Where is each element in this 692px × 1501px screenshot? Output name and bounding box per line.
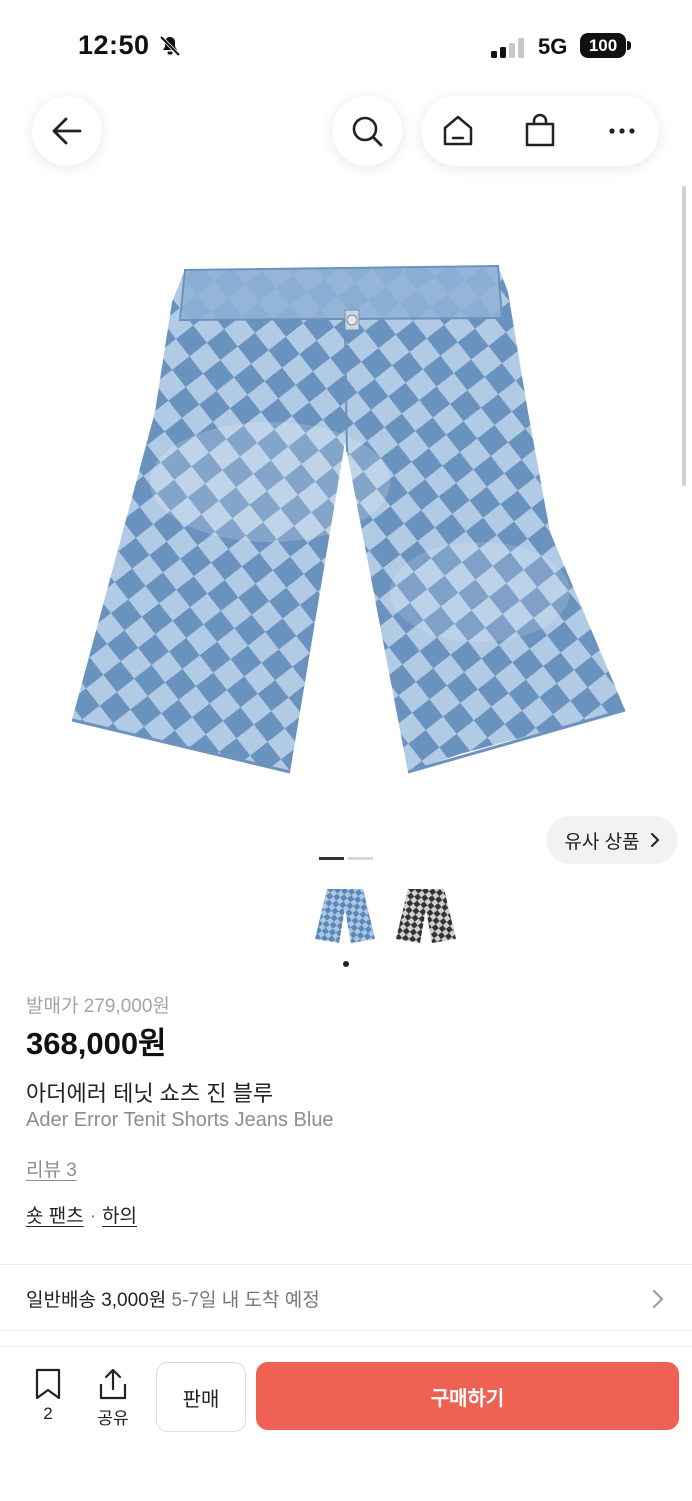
battery-indicator: 100 — [580, 33, 626, 58]
share-button[interactable]: 공유 — [92, 1368, 134, 1428]
shipping-eta: 5-7일 내 도착 예정 — [171, 1290, 320, 1311]
buy-button[interactable]: 구매하기 — [256, 1362, 679, 1430]
shipping-label: 일반배송 3,000원 — [26, 1290, 167, 1311]
similar-products-label: 유사 상품 — [564, 831, 640, 853]
category-breadcrumb: 숏 팬츠 · 하의 — [26, 1201, 137, 1228]
shopping-bag-icon[interactable] — [522, 113, 558, 149]
shipping-row[interactable]: 일반배송 3,000원 5-7일 내 도착 예정 — [26, 1285, 666, 1312]
product-name-english: Ader Error Tenit Shorts Jeans Blue — [26, 1109, 334, 1131]
arrow-left-icon — [52, 117, 82, 145]
page-indicator-active — [319, 857, 344, 860]
divider — [0, 1330, 692, 1331]
bell-slash-icon — [159, 35, 181, 57]
network-type: 5G — [538, 34, 568, 59]
bookmark-icon — [35, 1368, 61, 1400]
search-button[interactable] — [332, 96, 402, 166]
battery-tip — [627, 41, 631, 50]
back-button[interactable] — [32, 96, 102, 166]
similar-products-button[interactable]: 유사 상품 — [546, 816, 678, 864]
search-icon — [352, 116, 383, 147]
current-price: 368,000원 — [26, 1026, 167, 1061]
chevron-right-icon[interactable] — [651, 1288, 665, 1310]
nav-actions — [421, 96, 659, 166]
status-bar: 12:50 5G 100 — [0, 0, 692, 92]
home-icon[interactable] — [440, 113, 476, 149]
category-link-bottoms[interactable]: 하의 — [102, 1206, 137, 1227]
product-image[interactable] — [60, 262, 630, 792]
category-separator: · — [89, 1206, 97, 1227]
status-time: 12:50 — [78, 30, 150, 60]
thumbnail-blue[interactable] — [313, 887, 377, 945]
chevron-right-icon — [650, 833, 659, 847]
page-indicator — [348, 857, 373, 860]
signal-icon — [491, 38, 524, 58]
bookmark-button[interactable]: 2 — [28, 1368, 68, 1428]
scrollbar[interactable] — [682, 186, 686, 486]
sell-button[interactable]: 판매 — [156, 1362, 246, 1432]
divider — [0, 1264, 692, 1265]
share-icon — [99, 1368, 127, 1400]
category-link-shorts[interactable]: 숏 팬츠 — [26, 1206, 84, 1227]
bookmark-count: 2 — [43, 1404, 53, 1423]
thumbnail-black[interactable] — [394, 887, 458, 945]
release-price: 발매가 279,000원 — [26, 996, 170, 1017]
review-link[interactable]: 리뷰 3 — [26, 1155, 77, 1182]
more-icon[interactable] — [604, 113, 640, 149]
product-name-korean: 아더에러 테닛 쇼츠 진 블루 — [26, 1081, 274, 1106]
thumbnail-selected-dot — [343, 961, 349, 967]
share-label: 공유 — [97, 1409, 129, 1428]
